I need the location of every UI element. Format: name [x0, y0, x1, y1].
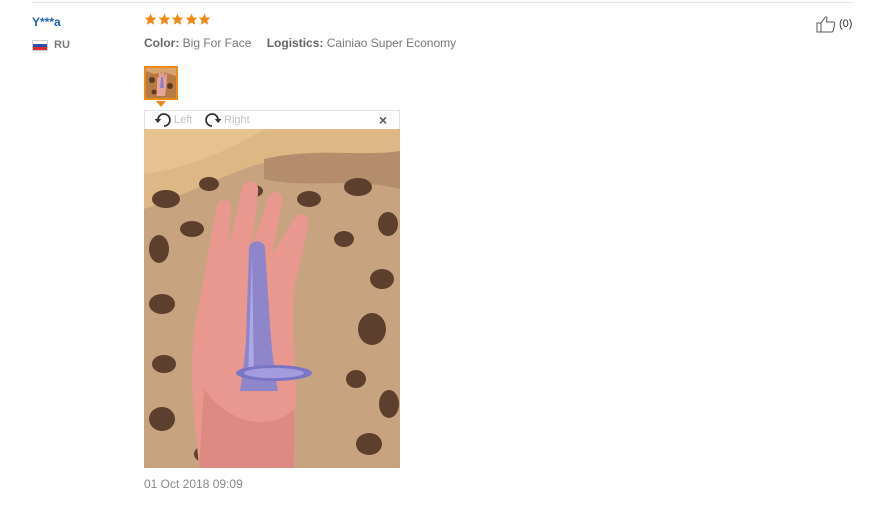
viewer-toolbar: Left Right × [144, 110, 400, 130]
russia-flag-icon [32, 39, 48, 51]
reviewer-country: RU [32, 39, 70, 51]
rotate-right-label: Right [224, 114, 250, 126]
close-icon[interactable]: × [379, 113, 387, 127]
color-label: Color: [144, 36, 180, 50]
logistics-value: Cainiao Super Economy [326, 36, 457, 50]
star-icon [144, 13, 157, 26]
like-button[interactable]: (0) [816, 15, 852, 33]
photo-viewer: Left Right × [144, 110, 400, 468]
review-date: 01 Oct 2018 09:09 [144, 477, 243, 491]
thumbnail-pointer [156, 101, 166, 107]
thumbs-up-icon [816, 15, 836, 33]
star-icon [171, 13, 184, 26]
rotate-left-button[interactable]: Left [153, 112, 192, 128]
rotate-right-icon [203, 112, 223, 128]
review-photo-thumbnail[interactable] [144, 66, 178, 100]
review-photo [144, 129, 400, 468]
star-icon [185, 13, 198, 26]
rotate-left-label: Left [174, 114, 193, 126]
country-code: RU [54, 39, 70, 51]
star-icon [158, 13, 171, 26]
like-count: (0) [839, 18, 853, 30]
star-icon [198, 13, 211, 26]
rotate-right-button[interactable]: Right [203, 112, 250, 128]
rotate-left-icon [153, 112, 173, 128]
top-divider [32, 2, 854, 3]
reviewer-name[interactable]: Y***a [32, 15, 61, 29]
logistics-label: Logistics: [266, 36, 324, 50]
review-attributes: Color: Big For Face Logistics: Cainiao S… [144, 36, 468, 50]
color-value: Big For Face [182, 36, 252, 50]
rating-stars [144, 13, 212, 26]
